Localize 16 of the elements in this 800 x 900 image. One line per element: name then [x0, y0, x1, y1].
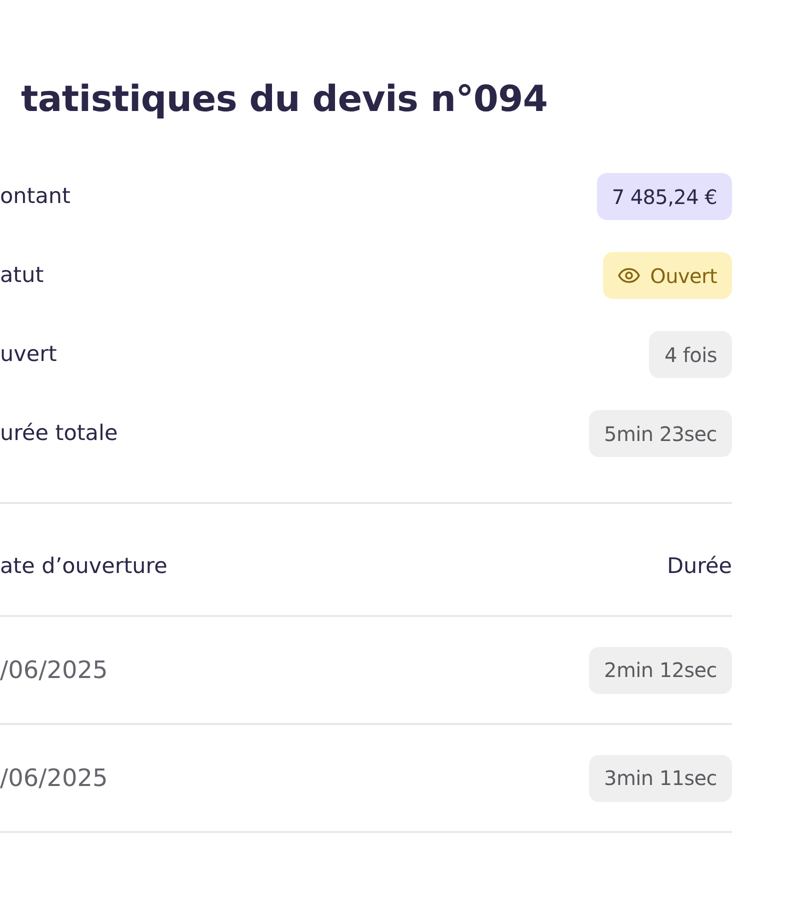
field-label: atut: [0, 263, 44, 288]
column-header: Durée: [666, 555, 732, 579]
duration-badge: 2min 12sec: [589, 646, 732, 694]
date-cell: /06/2025: [0, 764, 108, 792]
duration-badge: 5min 23sec: [589, 410, 732, 457]
duration-badge: 3min 11sec: [589, 754, 732, 802]
field-label: uvert: [0, 342, 57, 367]
status-label: Ouvert: [650, 264, 717, 288]
date-cell: /06/2025: [0, 656, 108, 684]
column-header: ate d’ouverture: [0, 555, 168, 579]
field-label: ontant: [0, 184, 70, 209]
count-badge: 4 fois: [649, 331, 732, 378]
field-label: urée totale: [0, 421, 118, 446]
amount-badge: 7 485,24 €: [596, 173, 732, 220]
eye-icon: [618, 268, 640, 283]
page-title: tatistiques du devis n°094: [21, 78, 548, 122]
